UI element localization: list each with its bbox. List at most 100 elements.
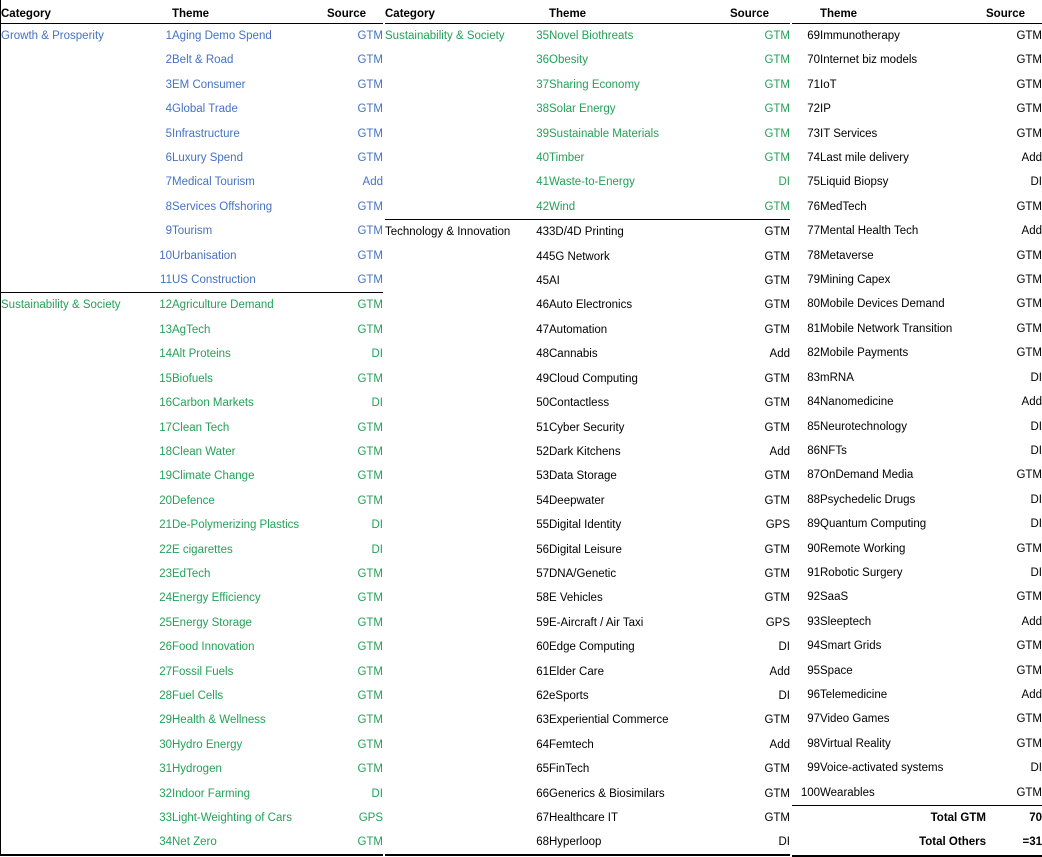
source-tag: GTM xyxy=(764,54,790,67)
theme-name: Timber xyxy=(549,152,585,165)
row-index: 68 xyxy=(536,836,549,849)
row-index: 24 xyxy=(159,592,172,605)
theme-name: Neurotechnology xyxy=(820,420,907,433)
theme-panel-3: Theme Source 69 Immunotherapy GTM 70 Interne… xyxy=(792,0,1042,857)
table-row: 25 Energy Storage GTM xyxy=(1,611,383,635)
theme-name: Mobile Payments xyxy=(820,347,909,360)
theme-name: Obesity xyxy=(549,54,588,67)
theme-name: Metaverse xyxy=(820,249,874,262)
source-tag: Add xyxy=(769,738,790,751)
source-tag: GTM xyxy=(1016,274,1042,287)
category-blank xyxy=(1,146,148,170)
source-tag: GTM xyxy=(357,421,383,434)
table-row: 16 Carbon Markets DI xyxy=(1,391,383,415)
source-tag: Add xyxy=(1021,396,1042,409)
theme-name: Sharing Economy xyxy=(549,78,640,91)
theme-name: Digital Identity xyxy=(549,519,622,532)
category-blank xyxy=(385,586,523,610)
table-row: 46 Auto Electronics GTM xyxy=(385,293,790,317)
table-row: 98 Virtual Reality GTM xyxy=(792,732,1042,756)
theme-name: Quantum Computing xyxy=(820,518,927,531)
theme-name: Wind xyxy=(549,200,576,213)
source-tag: DI xyxy=(371,519,384,532)
table-row: 2 Belt & Road GTM xyxy=(1,48,383,72)
theme-name: Experiential Commerce xyxy=(549,714,669,727)
theme-name: AgTech xyxy=(172,323,211,336)
row-index: 85 xyxy=(807,420,820,433)
table-row: 9 Tourism GTM xyxy=(1,219,383,243)
theme-name: Belt & Road xyxy=(172,54,234,67)
category-blank xyxy=(1,635,148,659)
source-tag: DI xyxy=(778,836,791,849)
row-index: 3 xyxy=(165,78,172,91)
source-tag: GTM xyxy=(764,592,790,605)
row-index: 63 xyxy=(536,714,549,727)
row-index: 26 xyxy=(159,641,172,654)
table-row: 31 Hydrogen GTM xyxy=(1,757,383,781)
source-tag: GTM xyxy=(357,127,383,140)
table-row: 39 Sustainable Materials GTM xyxy=(385,122,790,146)
category-blank xyxy=(385,562,523,586)
theme-table-2: Category Theme Source Sustainability & S… xyxy=(385,0,790,855)
table-row: 58 E Vehicles GTM xyxy=(385,586,790,610)
source-tag: GTM xyxy=(357,641,383,654)
row-index: 34 xyxy=(159,836,172,849)
row-index: 4 xyxy=(165,103,172,116)
row-index: 39 xyxy=(536,127,549,140)
table-row: 63 Experiential Commerce GTM xyxy=(385,708,790,732)
theme-name: Immunotherapy xyxy=(820,30,900,42)
table-row: 49 Cloud Computing GTM xyxy=(385,367,790,391)
column-header-theme: Theme xyxy=(549,0,730,24)
theme-name: US Construction xyxy=(172,274,256,287)
source-tag: GTM xyxy=(764,299,790,312)
theme-name: Nanomedicine xyxy=(820,396,894,409)
table-row: 97 Video Games GTM xyxy=(792,707,1042,731)
category-blank xyxy=(385,97,523,121)
table-row: 62 eSports DI xyxy=(385,684,790,708)
source-tag: Add xyxy=(769,665,790,678)
table-row: 27 Fossil Fuels GTM xyxy=(1,660,383,684)
table-row: 29 Health & Wellness GTM xyxy=(1,708,383,732)
theme-name: Sustainable Materials xyxy=(549,127,659,140)
row-index: 75 xyxy=(807,176,820,189)
table-row: 65 FinTech GTM xyxy=(385,757,790,781)
category-blank xyxy=(1,586,148,610)
column-header-theme: Theme xyxy=(820,0,986,24)
table-row: 86 NFTs DI xyxy=(792,439,1042,463)
theme-name: E-Aircraft / Air Taxi xyxy=(549,616,644,629)
theme-name: Novel Biothreats xyxy=(549,30,634,42)
category-blank xyxy=(385,757,523,781)
row-index: 95 xyxy=(807,664,820,677)
source-tag: GTM xyxy=(357,470,383,483)
row-index: 54 xyxy=(536,494,549,507)
table-row: 93 Sleeptech Add xyxy=(792,610,1042,634)
theme-name: FinTech xyxy=(549,763,590,776)
source-tag: GTM xyxy=(357,225,383,238)
source-tag: GTM xyxy=(1016,54,1042,67)
table-row: 26 Food Innovation GTM xyxy=(1,635,383,659)
source-tag: GTM xyxy=(1016,737,1042,750)
category-blank xyxy=(385,416,523,440)
row-index: 58 xyxy=(536,592,549,605)
table-row: 82 Mobile Payments GTM xyxy=(792,341,1042,365)
source-tag: GTM xyxy=(764,372,790,385)
row-index: 36 xyxy=(536,54,549,67)
table-row: 99 Voice-activated systems DI xyxy=(792,756,1042,780)
source-tag: GTM xyxy=(1016,127,1042,140)
table-row: 79 Mining Capex GTM xyxy=(792,268,1042,292)
source-tag: Add xyxy=(1021,688,1042,701)
table-row: 8 Services Offshoring GTM xyxy=(1,195,383,219)
row-index: 11 xyxy=(160,274,172,287)
theme-name: 3D/4D Printing xyxy=(549,219,730,245)
table-row: 54 Deepwater GTM xyxy=(385,489,790,513)
table-row: 77 Mental Health Tech Add xyxy=(792,219,1042,243)
theme-name: Energy Storage xyxy=(172,616,252,629)
table-row: 52 Dark Kitchens Add xyxy=(385,440,790,464)
source-tag: GTM xyxy=(357,445,383,458)
table-row: 37 Sharing Economy GTM xyxy=(385,73,790,97)
theme-rows-2: Sustainability & Society 35 Novel Biothrea… xyxy=(385,24,790,855)
row-index: 15 xyxy=(159,372,172,385)
source-tag: GTM xyxy=(1016,469,1042,482)
source-tag: GTM xyxy=(357,78,383,91)
table-row: 73 IT Services GTM xyxy=(792,122,1042,146)
